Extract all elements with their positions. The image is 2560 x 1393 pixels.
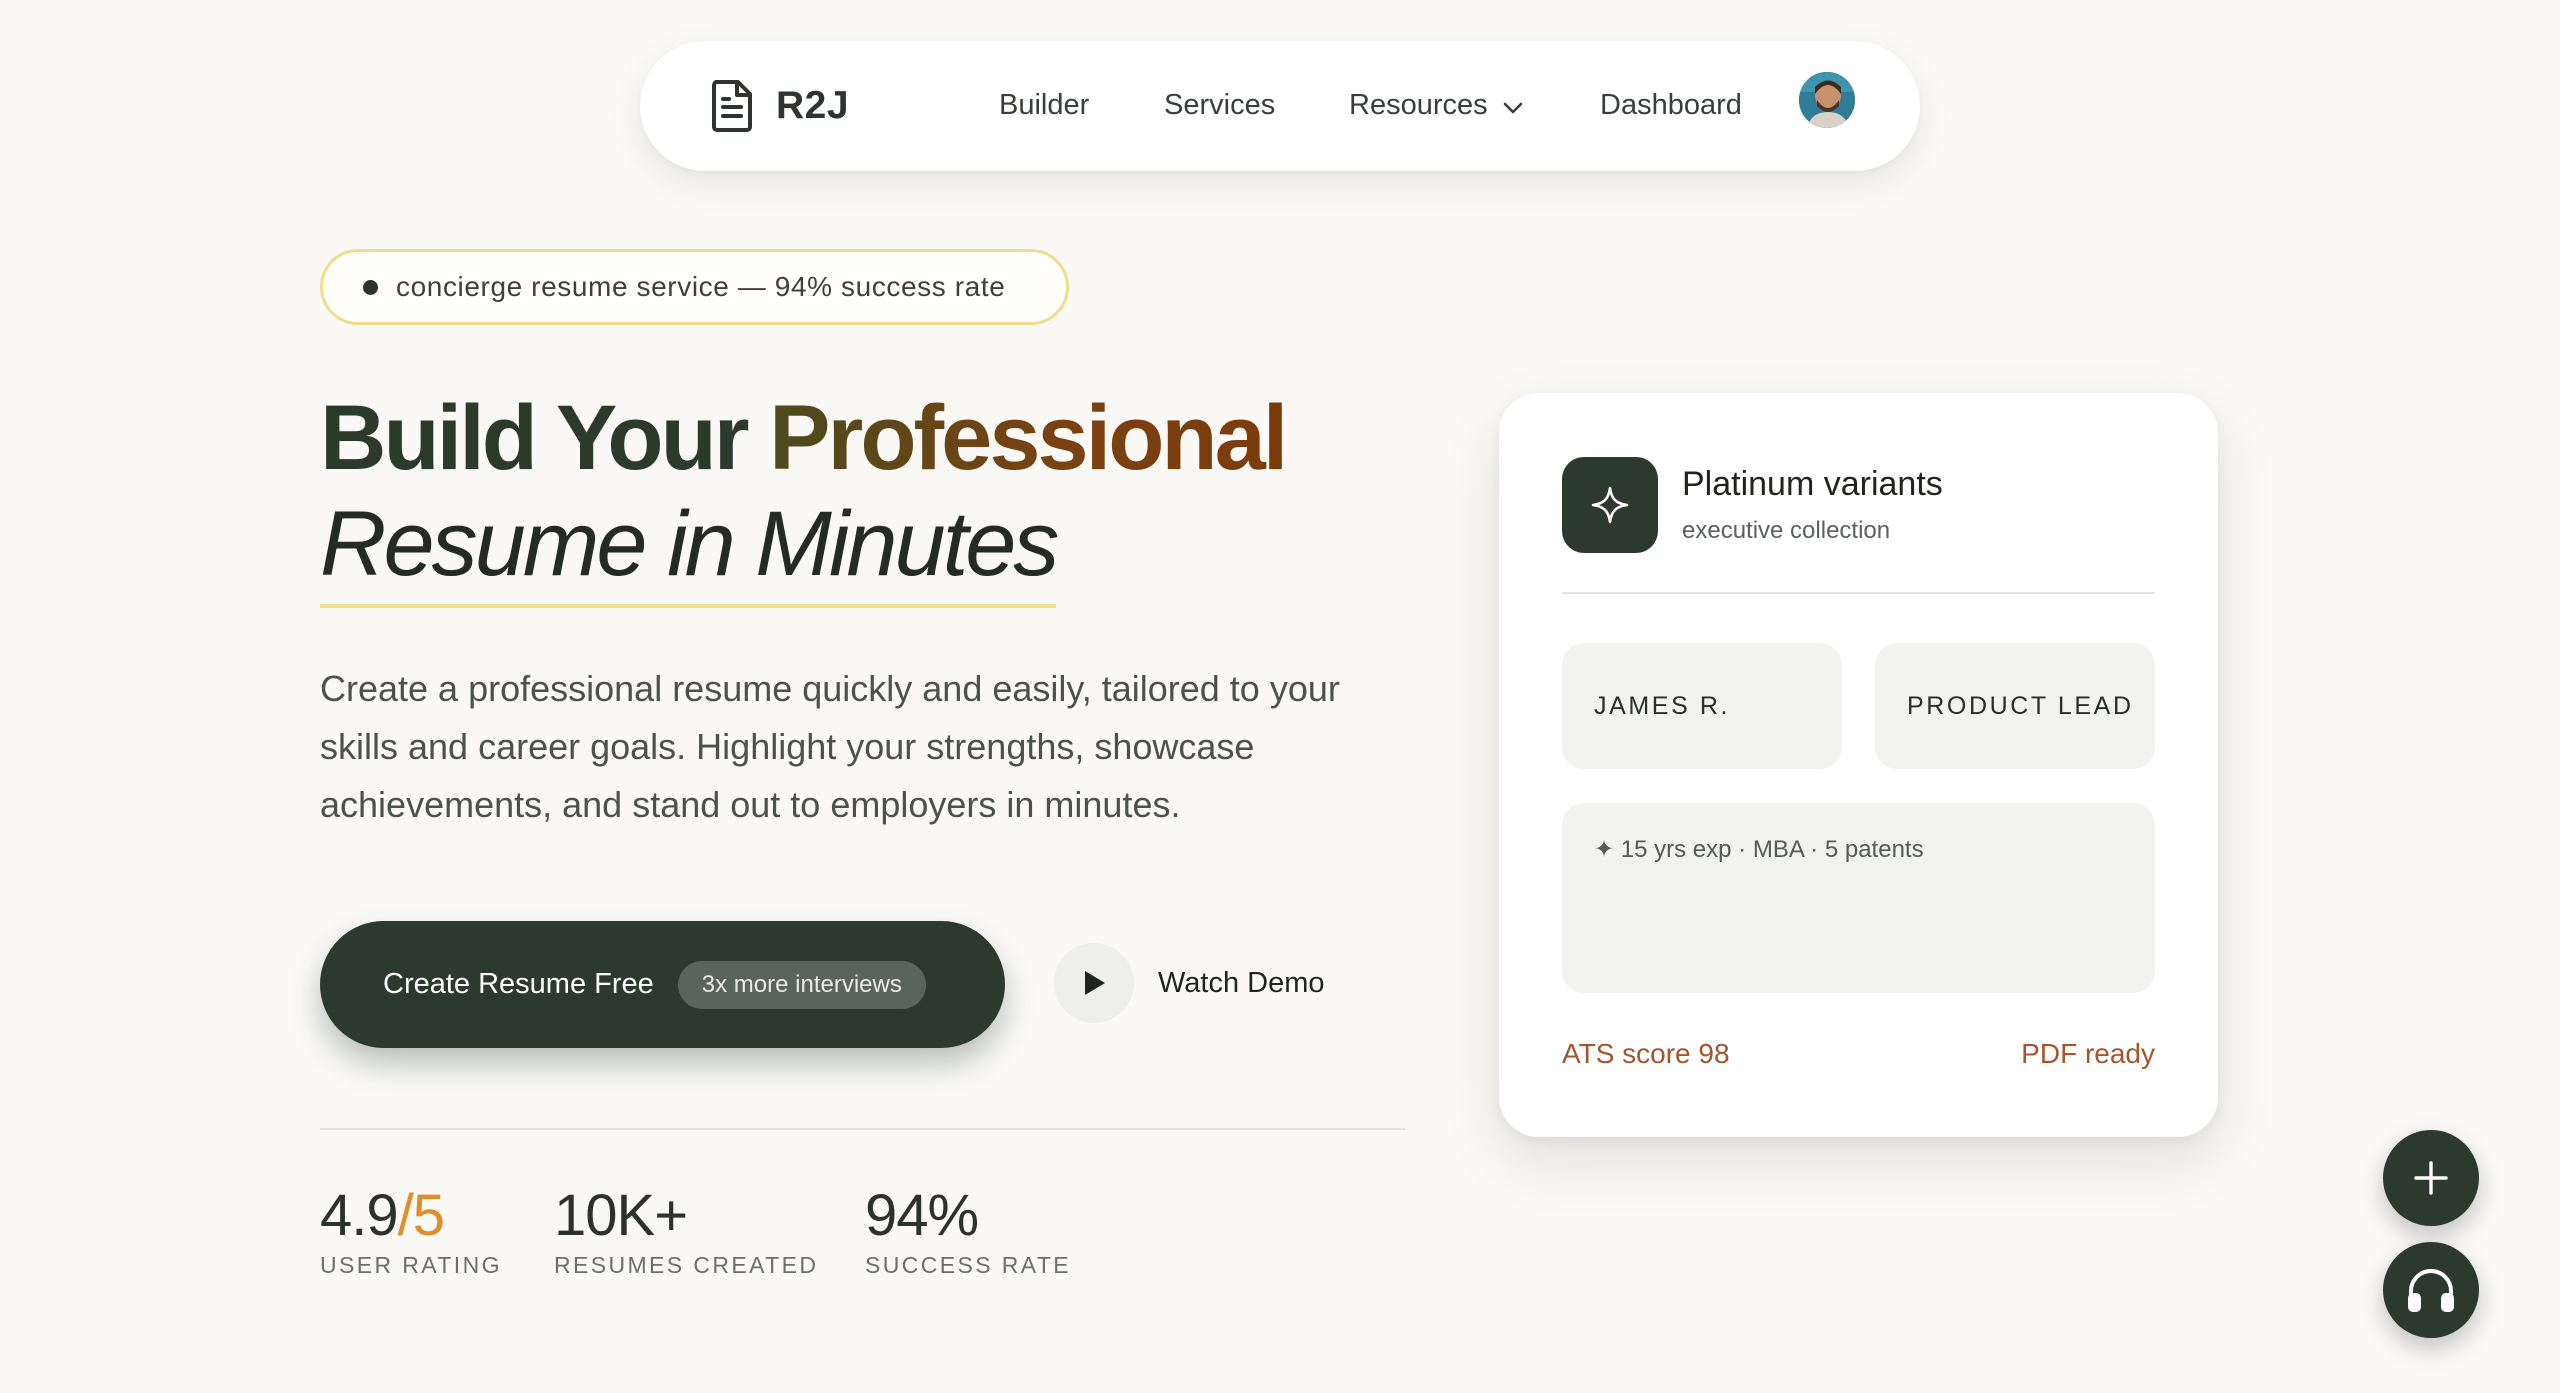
card-subtitle: executive collection — [1682, 517, 1891, 544]
sparkle-icon — [1562, 457, 1658, 553]
badge-dot-icon — [363, 279, 378, 295]
hero-title-part1: Build Your — [320, 387, 770, 489]
nav-link-dashboard[interactable]: Dashboard — [1600, 85, 1742, 125]
nav-link-services[interactable]: Services — [1164, 85, 1275, 125]
stat-accent: /5 — [397, 1183, 445, 1248]
stat-label: SUCCESS RATE — [865, 1252, 1072, 1278]
badge-text: concierge resume service — 94% success r… — [396, 271, 1006, 302]
create-resume-label: Create Resume Free — [383, 968, 654, 1000]
stat-resumes-created: 10K+ RESUMES CREATED — [554, 1180, 818, 1279]
brand-logo[interactable]: R2J — [708, 78, 849, 134]
hero-description: Create a professional resume quickly and… — [320, 668, 1340, 825]
hero-title-line1: Build Your Professional — [320, 384, 1420, 492]
card-divider — [1562, 592, 2155, 594]
role-field: PRODUCT LEAD — [1875, 643, 2155, 769]
card-title: Platinum variants — [1682, 465, 1943, 503]
stat-value: 94% — [865, 1183, 979, 1248]
watch-demo-label: Watch Demo — [1158, 966, 1325, 999]
hero-badge: concierge resume service — 94% success r… — [320, 249, 1069, 325]
plus-icon — [2414, 1161, 2448, 1195]
nav-link-resources-label: Resources — [1349, 89, 1488, 121]
summary-text: ✦ 15 yrs exp · MBA · 5 patents — [1594, 836, 1924, 863]
support-button[interactable] — [2383, 1242, 2479, 1338]
headphones-icon — [2408, 1269, 2454, 1312]
nav-link-builder[interactable]: Builder — [999, 85, 1089, 125]
stat-value: 4.9/5 — [320, 1180, 502, 1252]
hero-title-line2: Resume in Minutes — [320, 490, 1059, 608]
nav-link-resources[interactable]: Resources — [1349, 85, 1524, 126]
resume-preview-card: Platinum variants executive collection J… — [1499, 393, 2218, 1137]
interviews-badge: 3x more interviews — [677, 960, 926, 1009]
summary-field: ✦ 15 yrs exp · MBA · 5 patents — [1562, 803, 2155, 993]
watch-demo-button[interactable]: Watch Demo — [1054, 943, 1325, 1023]
brand-name: R2J — [776, 84, 850, 127]
stat-user-rating: 4.9/5 USER RATING — [320, 1180, 502, 1279]
stat-label: RESUMES CREATED — [554, 1252, 819, 1278]
ats-score: ATS score 98 — [1562, 1038, 1730, 1069]
name-field: JAMES R. — [1562, 643, 1842, 769]
top-navbar: R2J Builder Services Resources Dashboard — [640, 41, 1920, 171]
document-icon — [712, 80, 752, 132]
chevron-down-icon — [1502, 86, 1524, 126]
stats-divider — [320, 1128, 1405, 1130]
stat-number: 4.9 — [320, 1183, 399, 1248]
stat-label: USER RATING — [320, 1252, 502, 1278]
hero-title-highlight: Professional — [769, 387, 1288, 489]
create-resume-button[interactable]: Create Resume Free 3x more interviews — [320, 921, 1005, 1048]
stat-value: 10K+ — [554, 1183, 688, 1248]
add-button[interactable] — [2383, 1130, 2479, 1226]
pdf-status: PDF ready — [2021, 1038, 2155, 1069]
stat-success-rate: 94% SUCCESS RATE — [865, 1180, 1071, 1279]
user-avatar[interactable] — [1799, 72, 1855, 128]
play-icon — [1054, 943, 1134, 1023]
